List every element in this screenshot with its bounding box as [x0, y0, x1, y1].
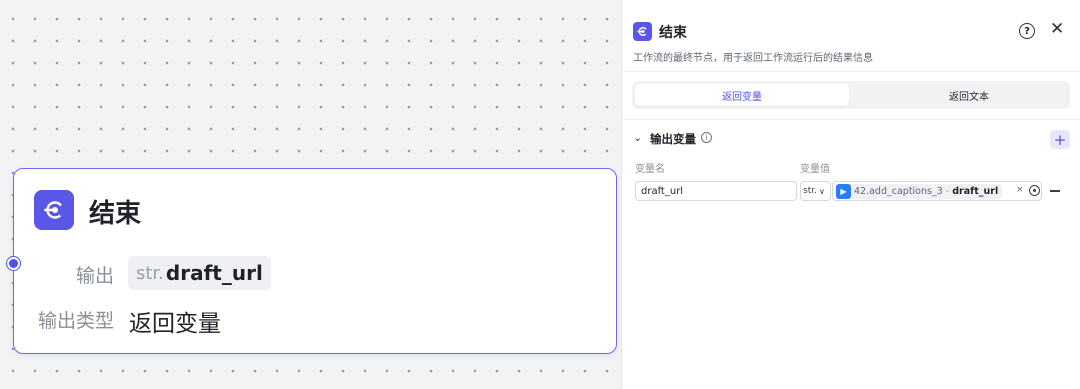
panel-title: 结束: [659, 25, 687, 41]
play-icon: ▶: [836, 183, 851, 199]
node-title: 结束: [89, 199, 142, 229]
reference-node-name: 42.add_captions_3: [854, 185, 943, 197]
end-node-card[interactable]: 结束 输出 str. draft_url 输出类型 返回变量: [7, 168, 617, 354]
reference-variable-name: draft_url: [952, 185, 999, 197]
column-header-value: 变量值: [800, 164, 830, 175]
output-mode-tabs: 返回变量 返回文本: [632, 81, 1070, 109]
panel-header: 结束 工作流的最终节点，用于返回工作流运行后的结果信息 ? ✕: [622, 0, 1080, 72]
target-icon[interactable]: [1029, 185, 1040, 196]
column-header-name: 变量名: [635, 164, 665, 175]
add-variable-button[interactable]: +: [1050, 130, 1070, 149]
tab-return-variable[interactable]: 返回变量: [635, 84, 849, 106]
clear-icon[interactable]: ×: [1016, 185, 1024, 195]
output-type-value: 返回变量: [129, 311, 221, 337]
remove-variable-button[interactable]: [1050, 190, 1060, 192]
section-title[interactable]: 输出变量: [650, 131, 696, 147]
output-type-prefix: str.: [136, 262, 164, 284]
variable-reference-field[interactable]: ▶ 42.add_captions_3 - draft_url ×: [832, 181, 1042, 201]
chevron-down-icon: ∨: [818, 186, 825, 196]
variable-name-input[interactable]: [635, 181, 797, 201]
variable-type-select[interactable]: str. ∨: [800, 181, 831, 201]
output-variable-tag: str. draft_url: [128, 256, 271, 290]
variable-type-value: str.: [803, 186, 817, 196]
input-port[interactable]: [7, 257, 20, 270]
end-node-icon: [34, 190, 74, 230]
help-icon[interactable]: ?: [1019, 23, 1035, 39]
output-label: 输出: [75, 265, 114, 287]
panel-description: 工作流的最终节点，用于返回工作流运行后的结果信息: [633, 53, 873, 64]
chevron-down-icon[interactable]: ⌄: [633, 131, 642, 144]
close-icon[interactable]: ✕: [1050, 19, 1064, 39]
end-node-icon: [633, 22, 652, 41]
info-icon[interactable]: i: [701, 132, 712, 143]
reference-pill: ▶ 42.add_captions_3 - draft_url: [836, 183, 1003, 199]
reference-separator: -: [945, 185, 950, 197]
workflow-canvas[interactable]: 结束 输出 str. draft_url 输出类型 返回变量: [0, 0, 621, 389]
output-variable-name: draft_url: [165, 261, 263, 285]
tab-return-text[interactable]: 返回文本: [862, 84, 1076, 106]
output-type-label: 输出类型: [37, 310, 114, 332]
node-config-panel: 结束 工作流的最终节点，用于返回工作流运行后的结果信息 ? ✕ 返回变量 返回文…: [621, 0, 1080, 389]
divider: [622, 119, 1080, 120]
